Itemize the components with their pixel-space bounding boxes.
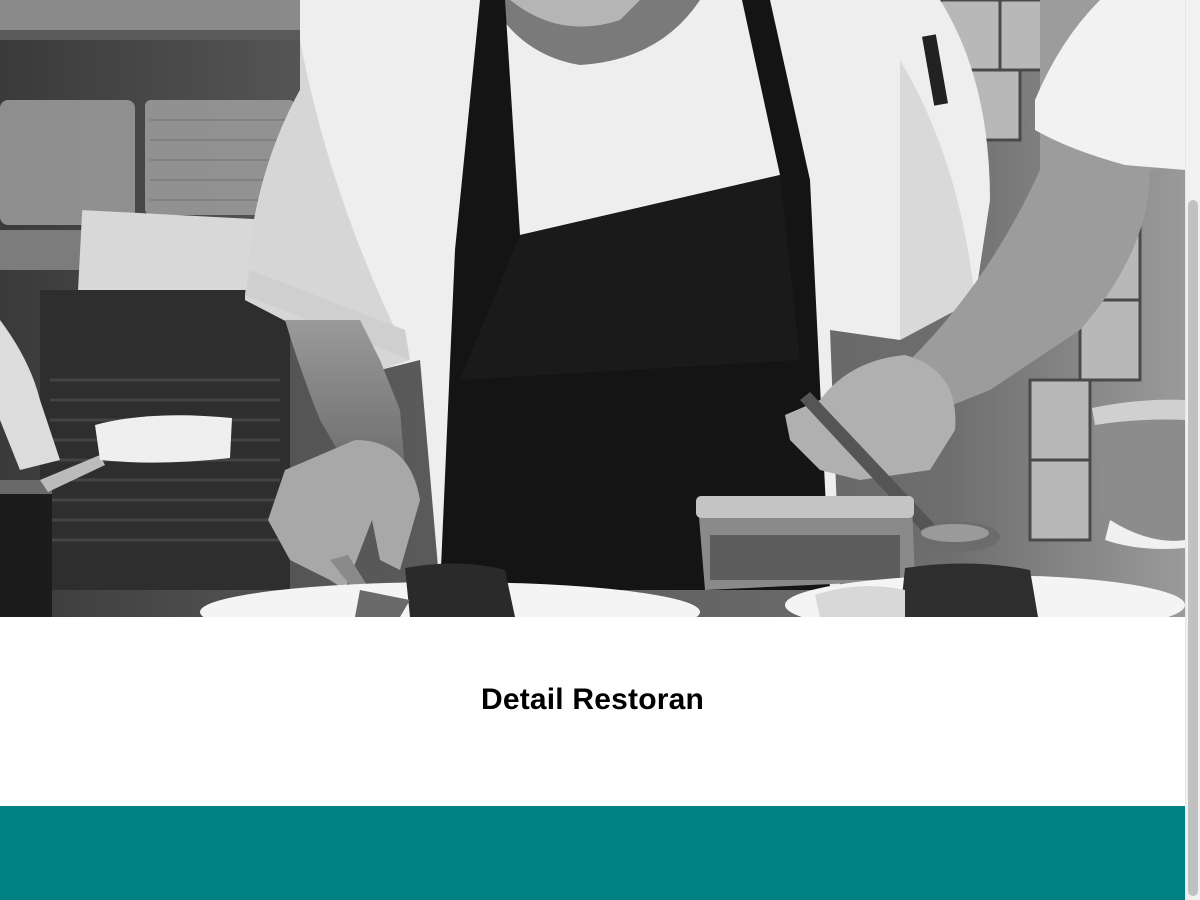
page: Detail Restoran <box>0 0 1185 900</box>
footer <box>0 806 1185 900</box>
chef-plating-photo-icon <box>0 0 1185 617</box>
page-title: Detail Restoran <box>480 683 705 716</box>
scrollbar-thumb[interactable] <box>1188 200 1198 896</box>
vertical-scrollbar[interactable] <box>1185 0 1200 900</box>
content-section: Detail Restoran <box>0 617 1185 806</box>
hero-banner <box>0 0 1185 617</box>
